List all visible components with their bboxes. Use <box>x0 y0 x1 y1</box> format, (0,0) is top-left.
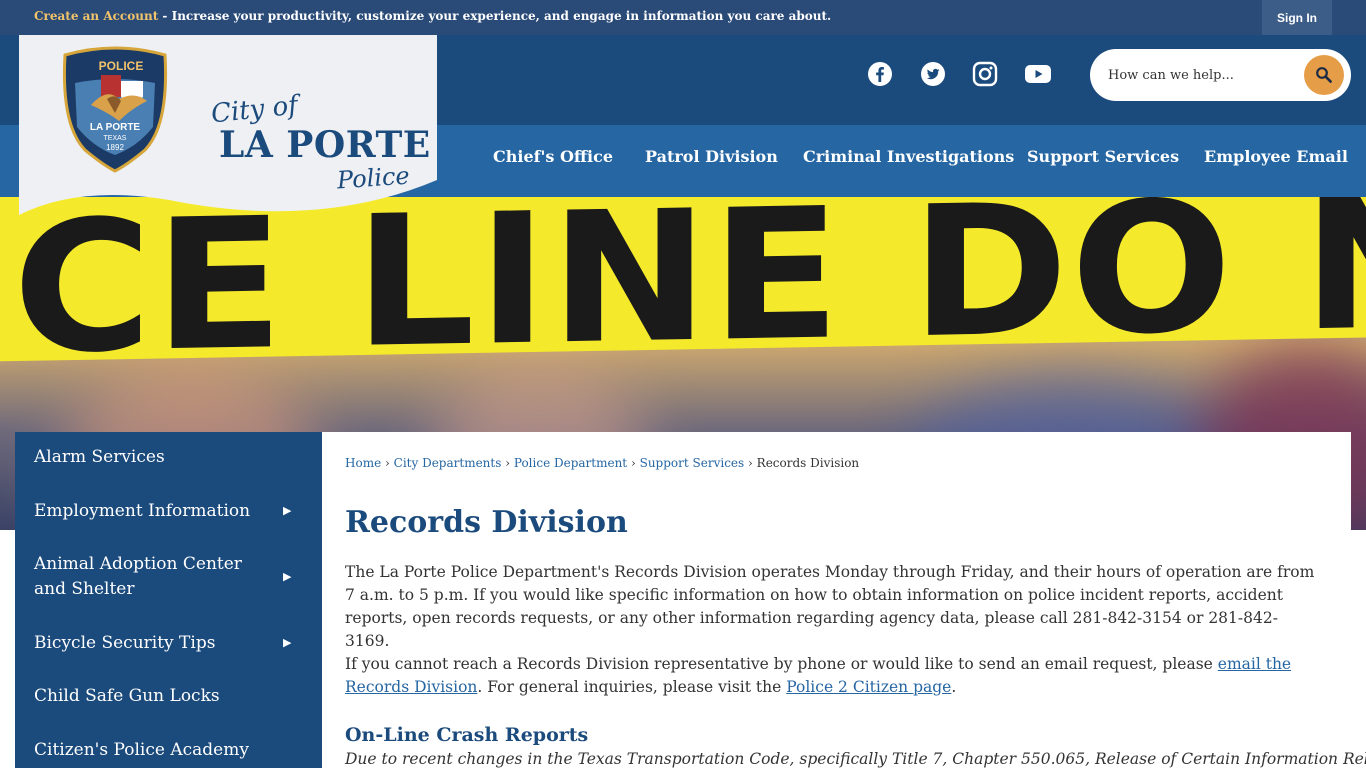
page-title: Records Division <box>345 505 628 540</box>
sidebar-item-animal-adoption[interactable]: Animal Adoption Center and Shelter <box>34 552 264 602</box>
search-button[interactable] <box>1304 55 1344 95</box>
sidebar-item-alarm-services[interactable]: Alarm Services <box>34 445 165 470</box>
police-2-citizen-link[interactable]: Police 2 Citizen page <box>786 678 951 696</box>
search-form <box>1090 49 1351 101</box>
search-icon <box>1316 67 1332 83</box>
submenu-arrow-icon[interactable]: ▶ <box>283 570 291 583</box>
breadcrumb-separator: › <box>748 456 753 470</box>
nav-employee-email[interactable]: Employee Email <box>1204 147 1348 166</box>
logo-city-name: LA PORTE <box>219 124 431 166</box>
submenu-arrow-icon[interactable]: ▶ <box>283 504 291 517</box>
contact-text: . <box>951 678 957 696</box>
breadcrumb-separator: › <box>385 456 390 470</box>
contact-paragraph: If you cannot reach a Records Division r… <box>345 653 1320 699</box>
breadcrumb-home[interactable]: Home <box>345 456 381 470</box>
search-input[interactable] <box>1108 63 1298 87</box>
sidebar-item-child-safe-gun-locks[interactable]: Child Safe Gun Locks <box>34 684 220 709</box>
badge-city-text: LA PORTE <box>89 122 141 133</box>
contact-text: If you cannot reach a Records Division r… <box>345 655 1218 673</box>
breadcrumb: Home › City Departments › Police Departm… <box>345 456 859 470</box>
breadcrumb-city-departments[interactable]: City Departments <box>394 456 502 470</box>
breadcrumb-current: Records Division <box>756 456 860 470</box>
crash-reports-heading: On-Line Crash Reports <box>345 724 589 746</box>
submenu-arrow-icon[interactable]: ▶ <box>283 636 291 649</box>
nav-chiefs-office[interactable]: Chief's Office <box>493 147 613 166</box>
nav-criminal-investigations[interactable]: Criminal Investigations <box>803 147 1014 166</box>
twitter-icon[interactable] <box>919 60 947 88</box>
create-account-link[interactable]: Create an Account <box>34 9 158 23</box>
badge-state-text: TEXAS <box>103 135 127 142</box>
contact-text: . For general inquiries, please visit th… <box>477 678 787 696</box>
sidebar-item-citizens-police-academy[interactable]: Citizen's Police Academy <box>34 738 249 763</box>
breadcrumb-support-services[interactable]: Support Services <box>640 456 745 470</box>
badge-police-text: POLICE <box>98 59 144 73</box>
logo-police: Police <box>336 161 411 195</box>
instagram-icon[interactable] <box>971 60 999 88</box>
police-tape: ICE LINE DO NOT CR <box>0 197 1366 395</box>
account-banner-text: - Increase your productivity, customize … <box>158 9 832 23</box>
badge-year-text: 1892 <box>106 143 124 152</box>
breadcrumb-separator: › <box>505 456 511 470</box>
facebook-icon[interactable] <box>866 60 894 88</box>
intro-paragraph: The La Porte Police Department's Records… <box>345 563 1315 650</box>
sign-in-button[interactable]: Sign In <box>1262 0 1332 35</box>
site-logo[interactable]: POLICE LA PORTE TEXAS 1892 City of LA PO… <box>19 35 437 220</box>
breadcrumb-separator: › <box>630 456 636 470</box>
nav-support-services[interactable]: Support Services <box>1027 147 1179 166</box>
police-tape-text: ICE LINE DO NOT CR <box>0 197 1366 395</box>
sidebar-item-employment-information[interactable]: Employment Information <box>34 499 250 524</box>
breadcrumb-police-department[interactable]: Police Department <box>514 456 627 470</box>
crash-reports-text: Due to recent changes in the Texas Trans… <box>345 750 1366 768</box>
youtube-icon[interactable] <box>1024 60 1052 88</box>
account-banner: Create an Account - Increase your produc… <box>34 9 831 23</box>
utility-bar: Create an Account - Increase your produc… <box>0 0 1366 35</box>
nav-patrol-division[interactable]: Patrol Division <box>645 147 778 166</box>
sidebar-item-bicycle-security[interactable]: Bicycle Security Tips <box>34 631 215 656</box>
